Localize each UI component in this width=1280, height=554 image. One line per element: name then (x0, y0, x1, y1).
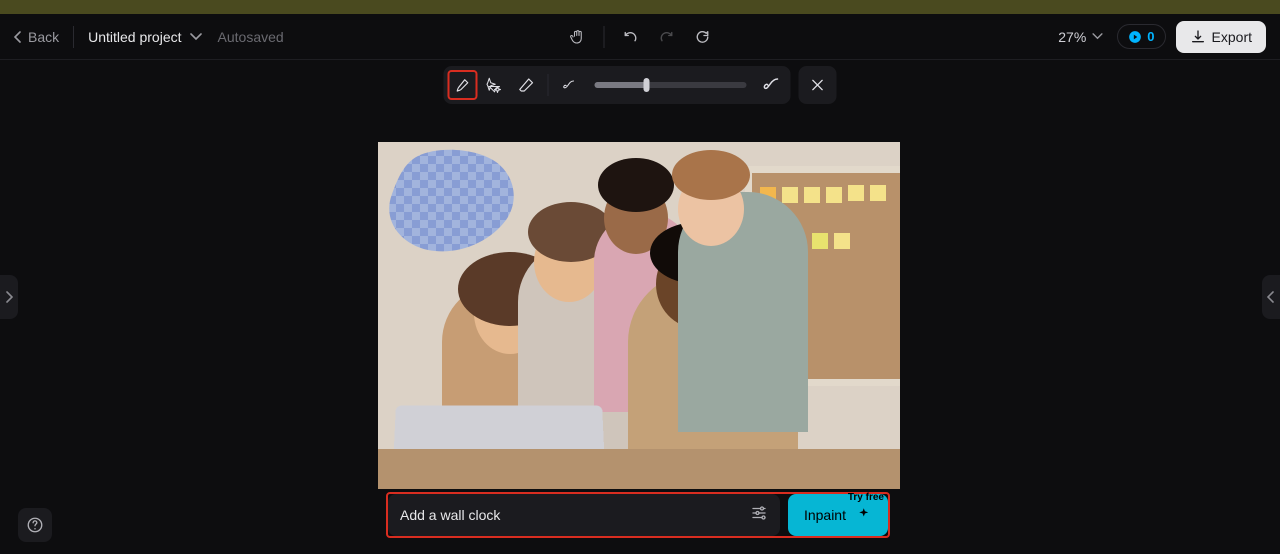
back-button[interactable]: Back (14, 29, 59, 45)
prompt-settings-button[interactable] (750, 504, 768, 527)
eraser-icon (518, 76, 536, 94)
canvas-image[interactable] (378, 142, 900, 489)
browser-chrome-bar (0, 0, 1280, 14)
auto-select-icon (486, 76, 504, 94)
undo-button[interactable] (613, 19, 649, 55)
divider (604, 26, 605, 48)
sliders-icon (750, 504, 768, 522)
close-icon (810, 77, 826, 93)
brush-size-decrease[interactable] (555, 70, 585, 100)
zoom-label: 27% (1058, 29, 1086, 45)
canvas-area[interactable] (0, 60, 1280, 554)
chevron-down-icon (1092, 33, 1103, 40)
export-label: Export (1212, 29, 1252, 45)
eraser-tool-button[interactable] (512, 70, 542, 100)
brush-large-icon (763, 76, 781, 94)
pan-tool-button[interactable] (560, 19, 596, 55)
edit-toolbar (444, 66, 837, 104)
left-panel-toggle[interactable] (0, 275, 18, 319)
auto-select-tool-button[interactable] (480, 70, 510, 100)
slider-thumb[interactable] (643, 78, 649, 92)
brush-size-slider[interactable] (595, 82, 747, 88)
reset-button[interactable] (685, 19, 721, 55)
prompt-input-wrap: Add a wall clock (388, 494, 780, 536)
desk (378, 449, 900, 489)
autosaved-status: Autosaved (218, 29, 284, 45)
download-icon (1190, 29, 1206, 45)
prompt-input[interactable]: Add a wall clock (400, 507, 740, 523)
chevron-left-icon (14, 31, 22, 43)
redo-icon (658, 28, 676, 46)
help-button[interactable] (18, 508, 52, 542)
credit-icon (1128, 30, 1142, 44)
right-panel-toggle[interactable] (1262, 275, 1280, 319)
brush-tool-button[interactable] (448, 70, 478, 100)
credit-count: 0 (1147, 29, 1154, 44)
credits-pill[interactable]: 0 (1117, 24, 1165, 49)
center-nav-tools (560, 14, 721, 60)
refresh-icon (694, 28, 712, 46)
redo-button[interactable] (649, 19, 685, 55)
inpaint-button[interactable]: Inpaint Try free (788, 494, 888, 536)
hand-icon (569, 28, 587, 46)
prompt-bar: Add a wall clock Inpaint Try free (388, 494, 888, 536)
inpaint-mask (388, 148, 516, 258)
zoom-dropdown[interactable]: 27% (1058, 29, 1103, 45)
project-title-text: Untitled project (88, 29, 181, 45)
export-button[interactable]: Export (1176, 21, 1266, 53)
ai-spark-icon (854, 506, 872, 524)
brush-small-icon (562, 77, 578, 93)
chevron-down-icon (190, 33, 202, 41)
divider (73, 26, 74, 48)
chevron-left-icon (1267, 291, 1275, 303)
close-edit-mode-button[interactable] (799, 66, 837, 104)
try-free-badge: Try free (848, 492, 884, 503)
back-label: Back (28, 29, 59, 45)
brush-size-increase[interactable] (757, 70, 787, 100)
brush-icon (454, 76, 472, 94)
project-title-dropdown[interactable]: Untitled project (88, 29, 201, 45)
help-icon (26, 516, 44, 534)
inpaint-label: Inpaint (804, 507, 846, 523)
divider (548, 74, 549, 96)
edit-tool-group (444, 66, 791, 104)
top-bar: Back Untitled project Autosaved 27% 0 Ex… (0, 14, 1280, 60)
slider-fill (595, 82, 647, 88)
chevron-right-icon (5, 291, 13, 303)
undo-icon (622, 28, 640, 46)
